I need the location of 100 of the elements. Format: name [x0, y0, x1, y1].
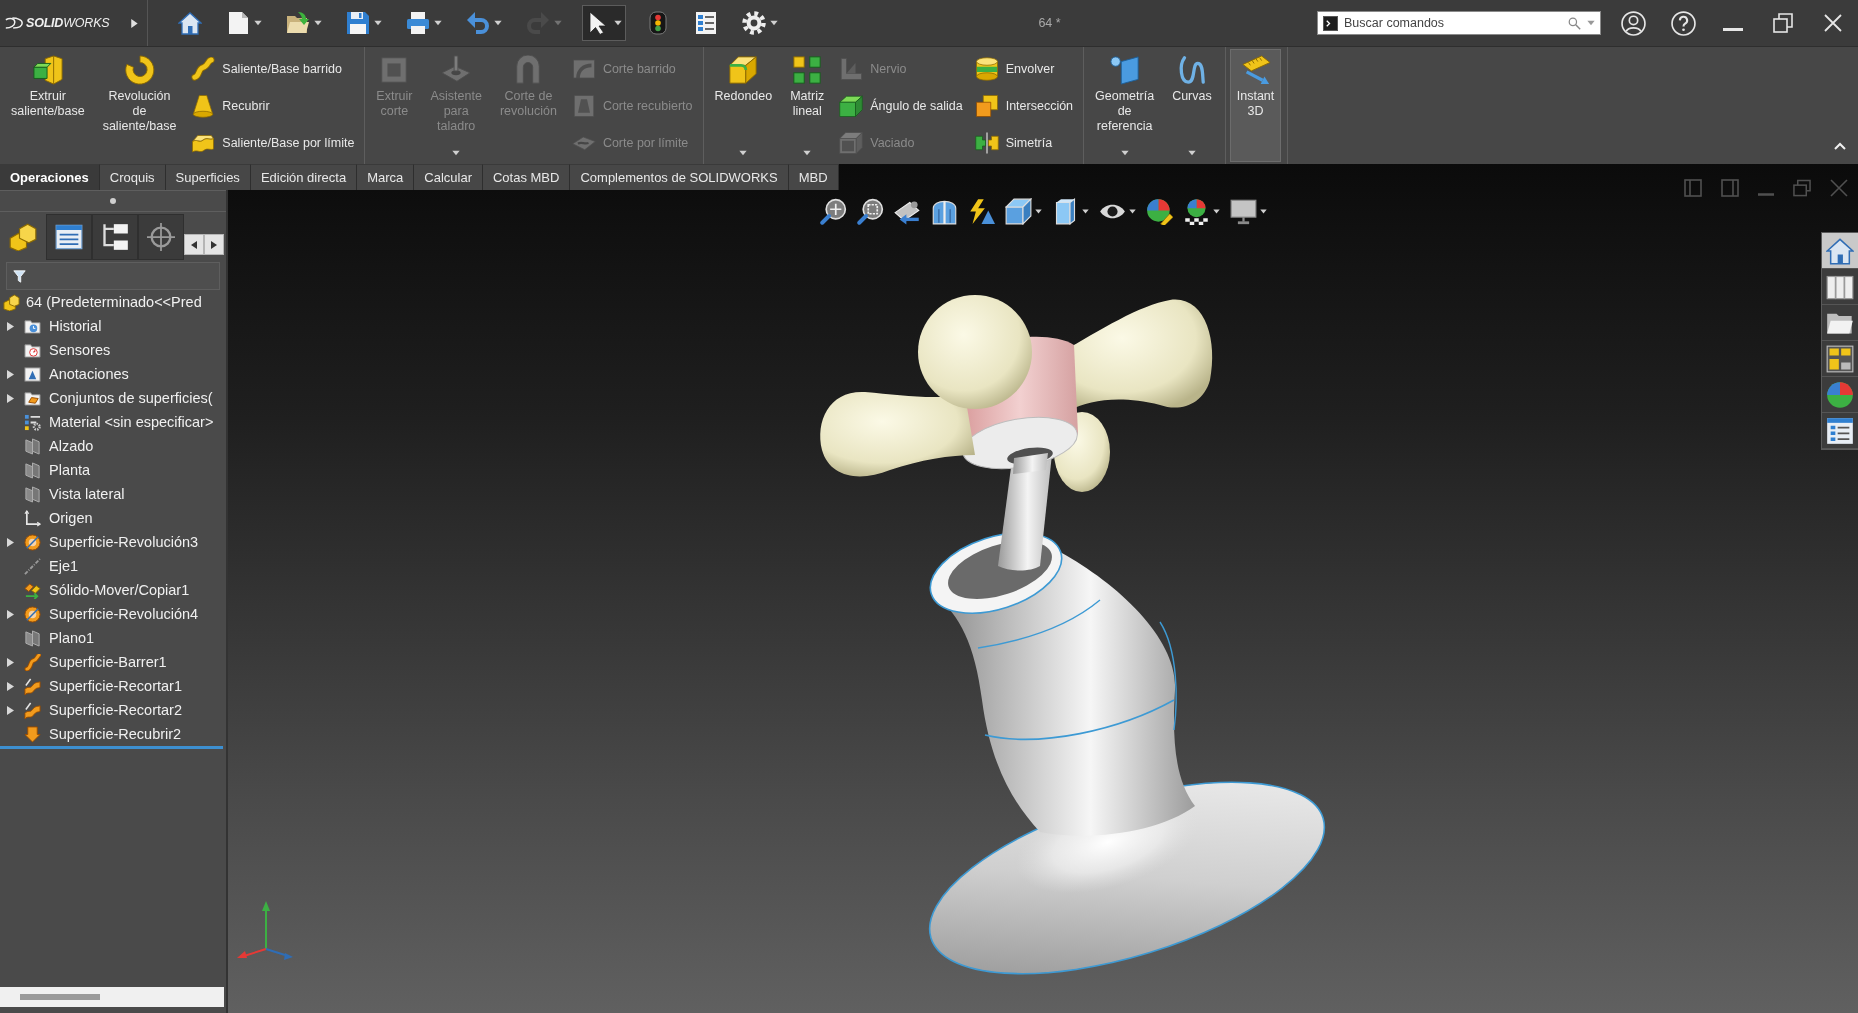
- search-box[interactable]: Buscar comandos: [1317, 11, 1601, 35]
- caret-icon: [254, 19, 262, 27]
- ribbon-tab[interactable]: Complementos de SOLIDWORKS: [570, 164, 789, 190]
- draft-block-icon: [839, 93, 864, 118]
- caret-icon: [374, 19, 382, 27]
- caret-icon: [803, 149, 812, 157]
- ribbon-tab[interactable]: Croquis: [99, 164, 166, 190]
- tree-item[interactable]: Alzado: [0, 434, 226, 458]
- tree-item[interactable]: Superficie-Barrer1: [0, 650, 226, 674]
- tree-item[interactable]: Sensores: [0, 338, 226, 362]
- collapse-chevron-icon[interactable]: [1834, 142, 1846, 150]
- tree-item[interactable]: Superficie-Revolución3: [0, 530, 226, 554]
- tree-item[interactable]: Conjuntos de superficies(: [0, 386, 226, 410]
- horizontal-scrollbar[interactable]: [0, 987, 224, 1007]
- select-button[interactable]: [582, 5, 626, 41]
- annotation-icon: [24, 365, 41, 383]
- expand-arrow-icon[interactable]: [6, 393, 14, 403]
- edit-appearance-button[interactable]: [1145, 198, 1173, 225]
- loft-button[interactable]: Recubrir: [187, 91, 359, 120]
- scroll-left-button[interactable]: [184, 234, 204, 255]
- ribbon-tab[interactable]: Edición directa: [250, 164, 358, 190]
- expand-arrow-icon[interactable]: [6, 369, 14, 379]
- tree-diagram-icon: [101, 223, 129, 251]
- expand-arrow-icon[interactable]: [6, 681, 14, 691]
- section-view-button[interactable]: [930, 198, 958, 225]
- scrollbar-thumb[interactable]: [20, 994, 100, 1000]
- pattern-grid-icon: [792, 55, 823, 85]
- filter-field[interactable]: [6, 262, 220, 290]
- search-icon[interactable]: [1568, 16, 1581, 30]
- tree-item[interactable]: Sólido-Mover/Copiar1: [0, 578, 226, 602]
- zoom-to-fit-button[interactable]: [819, 198, 847, 225]
- expand-arrow-icon[interactable]: [6, 705, 14, 715]
- minimize-icon[interactable]: [1723, 27, 1743, 31]
- extrude-button[interactable]: Extruir saliente/base: [4, 49, 92, 162]
- wrap-button[interactable]: Envolver: [970, 54, 1078, 83]
- tree-root-item[interactable]: 64 (Predeterminado<<Pred: [0, 290, 226, 314]
- expand-arrow-icon[interactable]: [6, 537, 14, 547]
- grip-dot-icon[interactable]: [110, 198, 116, 204]
- draft-button[interactable]: Ángulo de salida: [835, 91, 967, 120]
- folder-arrow-icon: [286, 11, 310, 35]
- bolt-annotation-icon: [967, 198, 995, 225]
- ribbon-tab[interactable]: Calcular: [414, 164, 483, 190]
- axis-line-icon: [24, 557, 41, 575]
- plane-icon: [24, 461, 41, 479]
- tree-item[interactable]: Superficie-Recortar1: [0, 674, 226, 698]
- curves-button[interactable]: Curvas: [1165, 49, 1219, 162]
- plane-icon: [24, 629, 41, 647]
- tree-item[interactable]: Superficie-Revolución4: [0, 602, 226, 626]
- tree-item[interactable]: Material <sin especificar>: [0, 410, 226, 434]
- mirror-button[interactable]: Simetría: [970, 128, 1078, 157]
- boundary-button[interactable]: Saliente/Base por límite: [187, 128, 359, 157]
- zoom-to-area-button[interactable]: [856, 198, 884, 225]
- tree-item[interactable]: Historial: [0, 314, 226, 338]
- revolve-button[interactable]: Revolución de saliente/base: [95, 49, 184, 162]
- logo-text: SOLIDWORKS: [26, 16, 110, 30]
- tree-item[interactable]: Anotaciones: [0, 362, 226, 386]
- resources-tab[interactable]: [1822, 233, 1858, 269]
- sweep-button[interactable]: Saliente/Base barrido: [187, 54, 359, 83]
- previous-view-icon: [893, 198, 921, 225]
- apply-scene-button[interactable]: [1182, 198, 1220, 225]
- caret-icon[interactable]: [1587, 19, 1595, 27]
- tree-item[interactable]: Planta: [0, 458, 226, 482]
- person-circle-icon[interactable]: [1620, 10, 1646, 36]
- help-icon[interactable]: [1670, 10, 1696, 36]
- instant-3d-button[interactable]: Instant 3D: [1229, 49, 1282, 162]
- ribbon-tab[interactable]: MBD: [788, 164, 839, 190]
- expand-arrow-icon[interactable]: [6, 609, 14, 619]
- document-title: 64 *: [1037, 16, 1062, 30]
- panel-tab[interactable]: [92, 214, 138, 260]
- linear-pattern-button[interactable]: Matriz lineal: [783, 49, 832, 162]
- caret-icon: [434, 19, 442, 27]
- tree-item[interactable]: Plano1: [0, 626, 226, 650]
- previous-view-button[interactable]: [893, 198, 921, 225]
- fillet-button[interactable]: Redondeo: [707, 49, 780, 162]
- undo-arrow-icon: [466, 11, 490, 35]
- zoom-area-icon: [856, 198, 884, 225]
- material-list-icon: [24, 413, 41, 431]
- dynamic-annotation-button[interactable]: [967, 198, 995, 225]
- ribbon-tab[interactable]: Marca: [357, 164, 415, 190]
- color-ball-pencil-icon: [1145, 198, 1173, 225]
- tree-item[interactable]: Vista lateral: [0, 482, 226, 506]
- intersect-button[interactable]: Intersección: [970, 91, 1078, 120]
- tree-item[interactable]: Origen: [0, 506, 226, 530]
- restore-icon[interactable]: [1773, 13, 1793, 33]
- panel-tab[interactable]: [46, 214, 92, 260]
- gear-icon: [742, 11, 766, 35]
- tree-item[interactable]: Eje1: [0, 554, 226, 578]
- ribbon-tab[interactable]: Cotas MBD: [482, 164, 571, 190]
- search-input[interactable]: Buscar comandos: [1344, 14, 1562, 32]
- menu-arrow-icon[interactable]: [130, 17, 138, 29]
- tree-item[interactable]: Superficie-Recubrir2: [0, 722, 226, 746]
- reference-geometry-button[interactable]: Geometría de referencia: [1088, 49, 1162, 162]
- view-orientation-button[interactable]: [1004, 198, 1042, 225]
- zoom-to-fit-icon: [819, 198, 847, 225]
- ribbon-tab[interactable]: Superficies: [165, 164, 251, 190]
- scroll-right-button[interactable]: [204, 234, 224, 255]
- view-settings-button[interactable]: [1229, 198, 1267, 225]
- expand-arrow-icon[interactable]: [6, 321, 14, 331]
- tree-item[interactable]: Superficie-Recortar2: [0, 698, 226, 722]
- expand-arrow-icon[interactable]: [6, 657, 14, 667]
